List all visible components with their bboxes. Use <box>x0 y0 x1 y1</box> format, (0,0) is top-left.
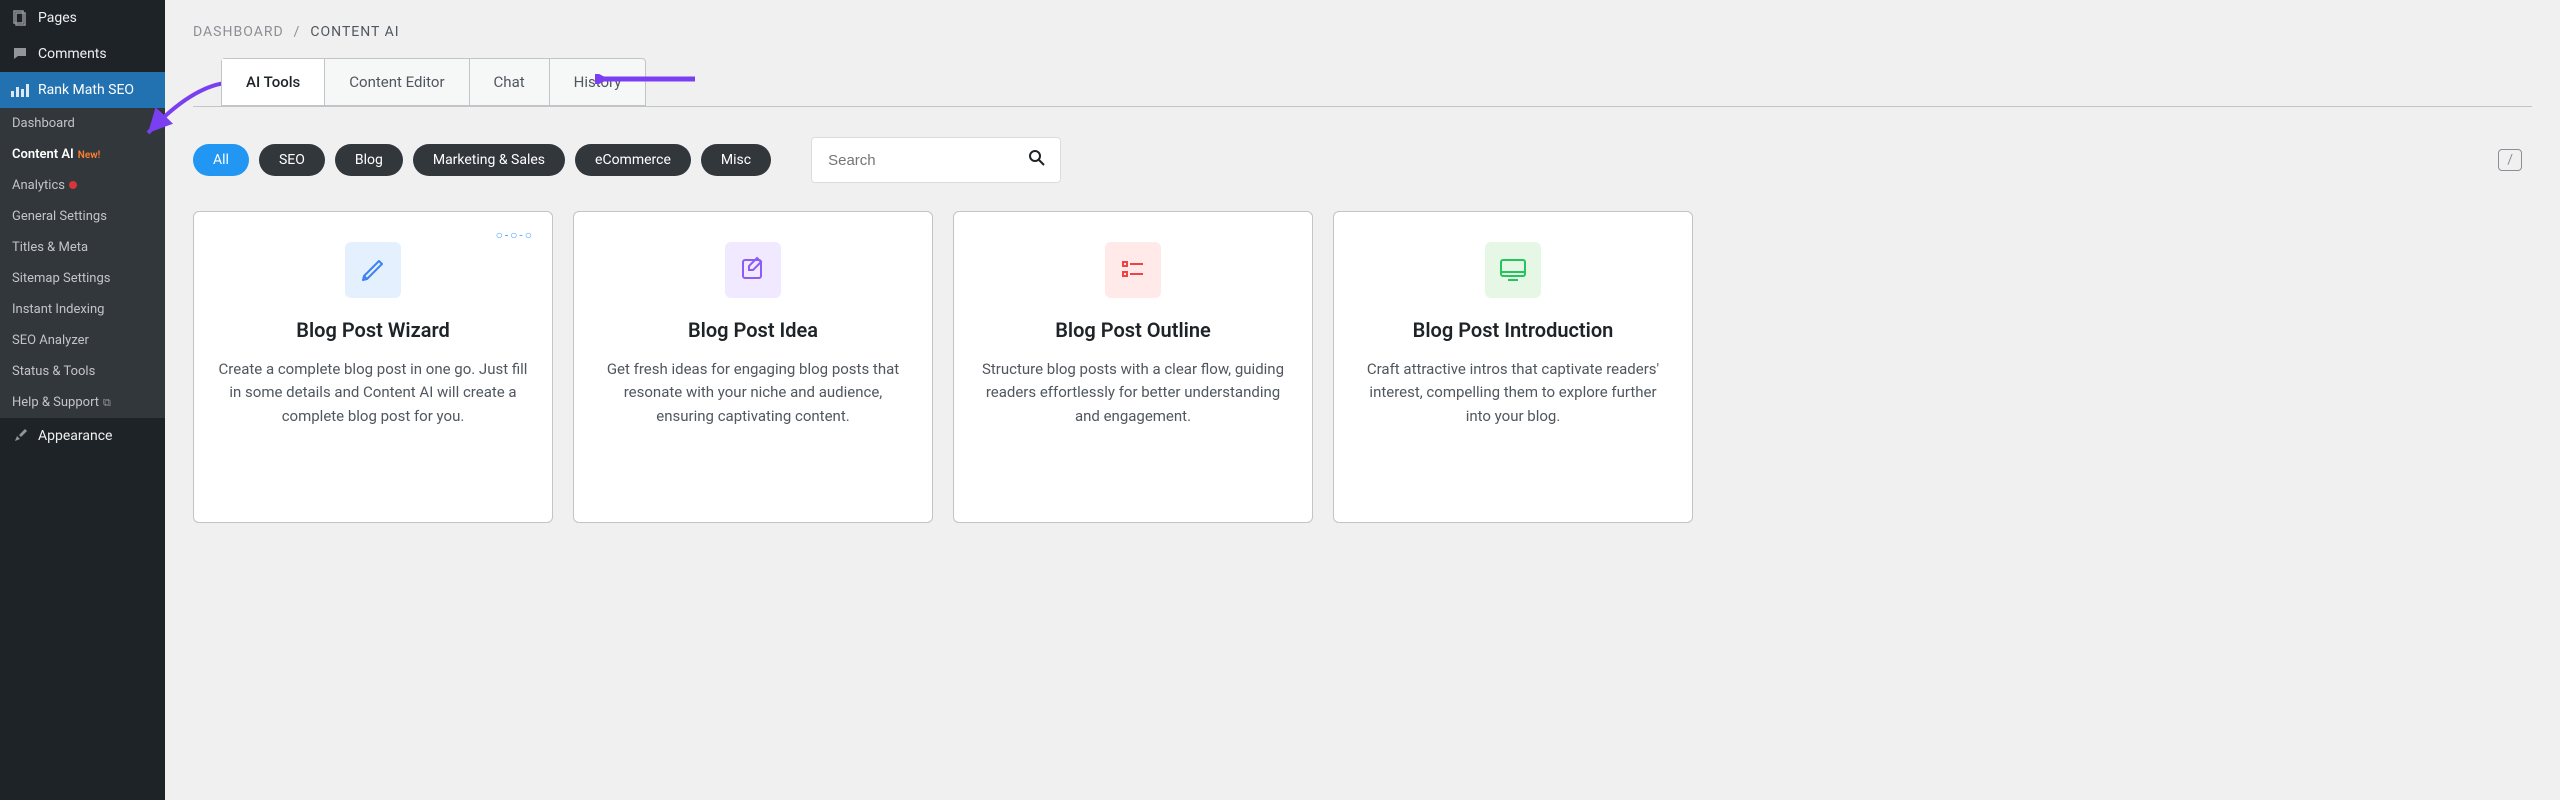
breadcrumb-current: CONTENT AI <box>310 24 399 40</box>
card-blog-post-idea[interactable]: Blog Post Idea Get fresh ideas for engag… <box>573 211 933 523</box>
card-desc: Structure blog posts with a clear flow, … <box>976 358 1290 428</box>
card-blog-post-wizard[interactable]: ○-○-○ Blog Post Wizard Create a complete… <box>193 211 553 523</box>
chip-misc[interactable]: Misc <box>701 144 771 176</box>
card-blog-post-introduction[interactable]: Blog Post Introduction Craft attractive … <box>1333 211 1693 523</box>
sidebar-sub-analytics[interactable]: Analytics <box>0 170 165 201</box>
sidebar-sub-general-settings[interactable]: General Settings <box>0 201 165 232</box>
card-title: Blog Post Wizard <box>216 318 530 342</box>
tab-bar: AI Tools Content Editor Chat History <box>221 58 646 106</box>
sidebar-sub-titles-meta[interactable]: Titles & Meta <box>0 232 165 263</box>
search-icon <box>1028 149 1046 171</box>
note-edit-icon <box>725 242 781 298</box>
sidebar-item-label: Pages <box>38 10 77 26</box>
card-title: Blog Post Outline <box>976 318 1290 342</box>
breadcrumb-root[interactable]: DASHBOARD <box>193 24 284 40</box>
tab-ai-tools[interactable]: AI Tools <box>222 59 325 105</box>
card-title: Blog Post Idea <box>596 318 910 342</box>
tool-cards: ○-○-○ Blog Post Wizard Create a complete… <box>165 203 2560 531</box>
sidebar-sub-status-tools[interactable]: Status & Tools <box>0 356 165 387</box>
external-link-icon: ⧉ <box>103 396 111 409</box>
notification-dot-icon <box>69 181 77 189</box>
category-chips: All SEO Blog Marketing & Sales eCommerce… <box>193 144 771 176</box>
sidebar-item-label: Rank Math SEO <box>38 82 134 98</box>
filters-row: All SEO Blog Marketing & Sales eCommerce… <box>165 107 2560 203</box>
sidebar-submenu: Dashboard Content AINew! Analytics Gener… <box>0 108 165 418</box>
card-desc: Create a complete blog post in one go. J… <box>216 358 530 428</box>
breadcrumb-sep: / <box>294 24 301 40</box>
sidebar-item-label: Appearance <box>38 428 112 444</box>
sidebar-item-label: Comments <box>38 46 107 62</box>
monitor-icon <box>1485 242 1541 298</box>
sidebar-sub-seo-analyzer[interactable]: SEO Analyzer <box>0 325 165 356</box>
wizard-steps-icon: ○-○-○ <box>496 228 534 242</box>
chip-ecommerce[interactable]: eCommerce <box>575 144 691 176</box>
chart-icon <box>10 80 30 100</box>
comment-icon <box>10 44 30 64</box>
brush-icon <box>10 426 30 446</box>
sidebar-item-rank-math[interactable]: Rank Math SEO <box>0 72 165 108</box>
search-input[interactable] <box>826 151 980 170</box>
new-badge: New! <box>78 150 101 161</box>
card-title: Blog Post Introduction <box>1356 318 1670 342</box>
search-box[interactable] <box>811 137 1061 183</box>
sidebar-sub-content-ai[interactable]: Content AINew! <box>0 139 165 170</box>
card-desc: Get fresh ideas for engaging blog posts … <box>596 358 910 428</box>
sidebar-item-appearance[interactable]: Appearance <box>0 418 165 454</box>
keyboard-hint: / <box>2498 149 2522 171</box>
chip-all[interactable]: All <box>193 144 249 176</box>
sidebar-item-comments[interactable]: Comments <box>0 36 165 72</box>
card-desc: Craft attractive intros that captivate r… <box>1356 358 1670 428</box>
sidebar-sub-dashboard[interactable]: Dashboard <box>0 108 165 139</box>
chip-blog[interactable]: Blog <box>335 144 403 176</box>
chip-seo[interactable]: SEO <box>259 144 325 176</box>
sidebar-sub-sitemap[interactable]: Sitemap Settings <box>0 263 165 294</box>
pencil-icon <box>345 242 401 298</box>
list-icon <box>1105 242 1161 298</box>
main-content: DASHBOARD / CONTENT AI AI Tools Content … <box>165 0 2560 800</box>
sidebar-item-pages[interactable]: Pages <box>0 0 165 36</box>
sidebar-sub-help-support[interactable]: Help & Support⧉ <box>0 387 165 418</box>
breadcrumb: DASHBOARD / CONTENT AI <box>165 0 2560 58</box>
annotation-arrow-icon <box>595 74 695 84</box>
tab-chat[interactable]: Chat <box>470 59 550 105</box>
sidebar-sub-instant-indexing[interactable]: Instant Indexing <box>0 294 165 325</box>
page-icon <box>10 8 30 28</box>
tab-content-editor[interactable]: Content Editor <box>325 59 469 105</box>
card-blog-post-outline[interactable]: Blog Post Outline Structure blog posts w… <box>953 211 1313 523</box>
chip-marketing[interactable]: Marketing & Sales <box>413 144 565 176</box>
admin-sidebar: Pages Comments Rank Math SEO Dashboard C… <box>0 0 165 800</box>
